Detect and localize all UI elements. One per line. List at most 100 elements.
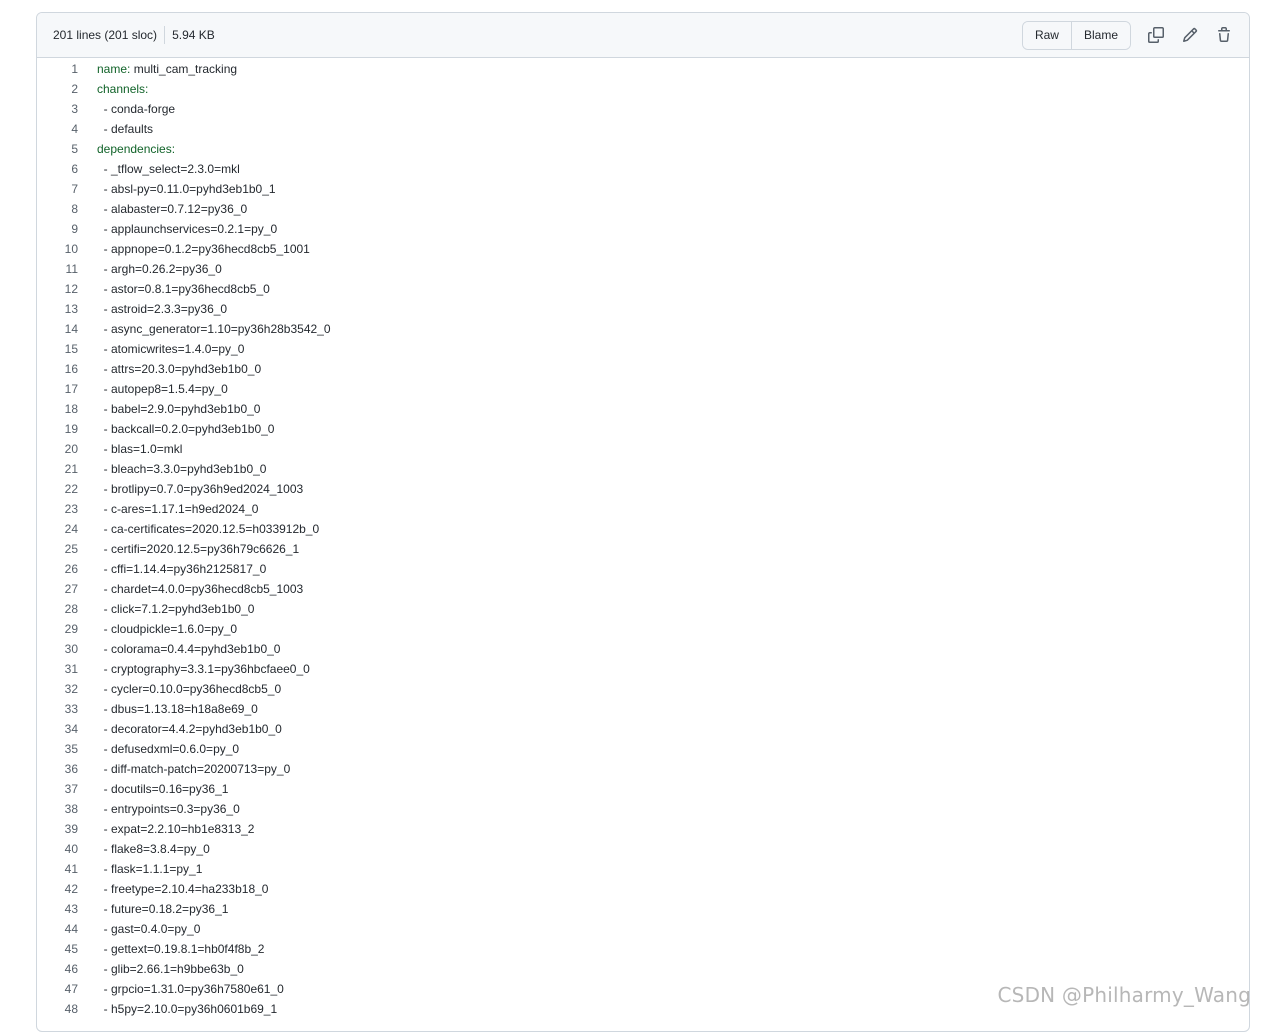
divider <box>164 26 165 44</box>
line-number[interactable]: 48 <box>37 999 97 1019</box>
line-number[interactable]: 7 <box>37 179 97 199</box>
raw-button[interactable]: Raw <box>1023 22 1071 49</box>
line-number[interactable]: 43 <box>37 899 97 919</box>
line-number[interactable]: 41 <box>37 859 97 879</box>
line-number[interactable]: 37 <box>37 779 97 799</box>
line-content: - atomicwrites=1.4.0=py_0 <box>97 339 244 359</box>
line-number[interactable]: 36 <box>37 759 97 779</box>
code-line: 38 - entrypoints=0.3=py36_0 <box>37 799 1249 819</box>
line-number[interactable]: 44 <box>37 919 97 939</box>
line-content: dependencies: <box>97 139 175 159</box>
line-content: - attrs=20.3.0=pyhd3eb1b0_0 <box>97 359 261 379</box>
line-content: - blas=1.0=mkl <box>97 439 182 459</box>
code-line: 46 - glib=2.66.1=h9bbe63b_0 <box>37 959 1249 979</box>
code-line: 30 - colorama=0.4.4=pyhd3eb1b0_0 <box>37 639 1249 659</box>
line-number[interactable]: 25 <box>37 539 97 559</box>
line-number[interactable]: 2 <box>37 79 97 99</box>
line-number[interactable]: 28 <box>37 599 97 619</box>
line-number[interactable]: 42 <box>37 879 97 899</box>
line-content: - decorator=4.4.2=pyhd3eb1b0_0 <box>97 719 282 739</box>
line-number[interactable]: 17 <box>37 379 97 399</box>
line-number[interactable]: 19 <box>37 419 97 439</box>
code-line: 14 - async_generator=1.10=py36h28b3542_0 <box>37 319 1249 339</box>
code-line: 34 - decorator=4.4.2=pyhd3eb1b0_0 <box>37 719 1249 739</box>
yaml-value: multi_cam_tracking <box>130 62 237 76</box>
yaml-value: - gast=0.4.0=py_0 <box>97 922 200 936</box>
code-line: 4 - defaults <box>37 119 1249 139</box>
yaml-value: - bleach=3.3.0=pyhd3eb1b0_0 <box>97 462 266 476</box>
line-number[interactable]: 21 <box>37 459 97 479</box>
yaml-value: - freetype=2.10.4=ha233b18_0 <box>97 882 268 896</box>
file-header: 201 lines (201 sloc) 5.94 KB Raw Blame <box>37 13 1249 58</box>
yaml-value: - astroid=2.3.3=py36_0 <box>97 302 227 316</box>
yaml-value: - defusedxml=0.6.0=py_0 <box>97 742 239 756</box>
code-line: 1name: multi_cam_tracking <box>37 59 1249 79</box>
line-content: - astroid=2.3.3=py36_0 <box>97 299 227 319</box>
code-line: 35 - defusedxml=0.6.0=py_0 <box>37 739 1249 759</box>
yaml-value: - brotlipy=0.7.0=py36h9ed2024_1003 <box>97 482 303 496</box>
line-number[interactable]: 18 <box>37 399 97 419</box>
line-content: - ca-certificates=2020.12.5=h033912b_0 <box>97 519 319 539</box>
line-number[interactable]: 33 <box>37 699 97 719</box>
line-number[interactable]: 6 <box>37 159 97 179</box>
yaml-value: - attrs=20.3.0=pyhd3eb1b0_0 <box>97 362 261 376</box>
line-number[interactable]: 34 <box>37 719 97 739</box>
line-number[interactable]: 9 <box>37 219 97 239</box>
code-line: 6 - _tflow_select=2.3.0=mkl <box>37 159 1249 179</box>
line-number[interactable]: 14 <box>37 319 97 339</box>
line-number[interactable]: 10 <box>37 239 97 259</box>
line-number[interactable]: 24 <box>37 519 97 539</box>
line-number[interactable]: 23 <box>37 499 97 519</box>
line-number[interactable]: 8 <box>37 199 97 219</box>
code-line: 13 - astroid=2.3.3=py36_0 <box>37 299 1249 319</box>
line-number[interactable]: 38 <box>37 799 97 819</box>
line-content: name: multi_cam_tracking <box>97 59 237 79</box>
watermark: CSDN @Philharmy_Wang <box>998 983 1251 1007</box>
line-content: - certifi=2020.12.5=py36h79c6626_1 <box>97 539 299 559</box>
yaml-value: - entrypoints=0.3=py36_0 <box>97 802 240 816</box>
line-number[interactable]: 30 <box>37 639 97 659</box>
yaml-value: - diff-match-patch=20200713=py_0 <box>97 762 290 776</box>
yaml-value: - babel=2.9.0=pyhd3eb1b0_0 <box>97 402 260 416</box>
blame-button[interactable]: Blame <box>1071 22 1130 49</box>
line-number[interactable]: 3 <box>37 99 97 119</box>
yaml-value: - defaults <box>97 122 153 136</box>
line-number[interactable]: 32 <box>37 679 97 699</box>
line-number[interactable]: 45 <box>37 939 97 959</box>
delete-button[interactable] <box>1209 21 1239 49</box>
line-number[interactable]: 27 <box>37 579 97 599</box>
edit-button[interactable] <box>1175 21 1205 49</box>
line-number[interactable]: 40 <box>37 839 97 859</box>
line-content: - grpcio=1.31.0=py36h7580e61_0 <box>97 979 284 999</box>
line-number[interactable]: 1 <box>37 59 97 79</box>
file-size: 5.94 KB <box>172 28 215 42</box>
code-line: 42 - freetype=2.10.4=ha233b18_0 <box>37 879 1249 899</box>
line-number[interactable]: 35 <box>37 739 97 759</box>
code-line: 21 - bleach=3.3.0=pyhd3eb1b0_0 <box>37 459 1249 479</box>
line-content: - absl-py=0.11.0=pyhd3eb1b0_1 <box>97 179 276 199</box>
code-line: 12 - astor=0.8.1=py36hecd8cb5_0 <box>37 279 1249 299</box>
line-number[interactable]: 46 <box>37 959 97 979</box>
line-number[interactable]: 47 <box>37 979 97 999</box>
line-number[interactable]: 15 <box>37 339 97 359</box>
line-number[interactable]: 12 <box>37 279 97 299</box>
yaml-value: - docutils=0.16=py36_1 <box>97 782 228 796</box>
line-number[interactable]: 13 <box>37 299 97 319</box>
line-number[interactable]: 11 <box>37 259 97 279</box>
copy-button[interactable] <box>1141 21 1171 49</box>
line-number[interactable]: 4 <box>37 119 97 139</box>
trash-icon <box>1216 27 1232 43</box>
line-number[interactable]: 22 <box>37 479 97 499</box>
line-number[interactable]: 39 <box>37 819 97 839</box>
line-number[interactable]: 26 <box>37 559 97 579</box>
code-line: 29 - cloudpickle=1.6.0=py_0 <box>37 619 1249 639</box>
line-number[interactable]: 5 <box>37 139 97 159</box>
line-number[interactable]: 16 <box>37 359 97 379</box>
yaml-value: - autopep8=1.5.4=py_0 <box>97 382 228 396</box>
code-line: 17 - autopep8=1.5.4=py_0 <box>37 379 1249 399</box>
line-number[interactable]: 20 <box>37 439 97 459</box>
line-number[interactable]: 31 <box>37 659 97 679</box>
yaml-value: - cryptography=3.3.1=py36hbcfaee0_0 <box>97 662 310 676</box>
line-number[interactable]: 29 <box>37 619 97 639</box>
line-content: - cryptography=3.3.1=py36hbcfaee0_0 <box>97 659 310 679</box>
